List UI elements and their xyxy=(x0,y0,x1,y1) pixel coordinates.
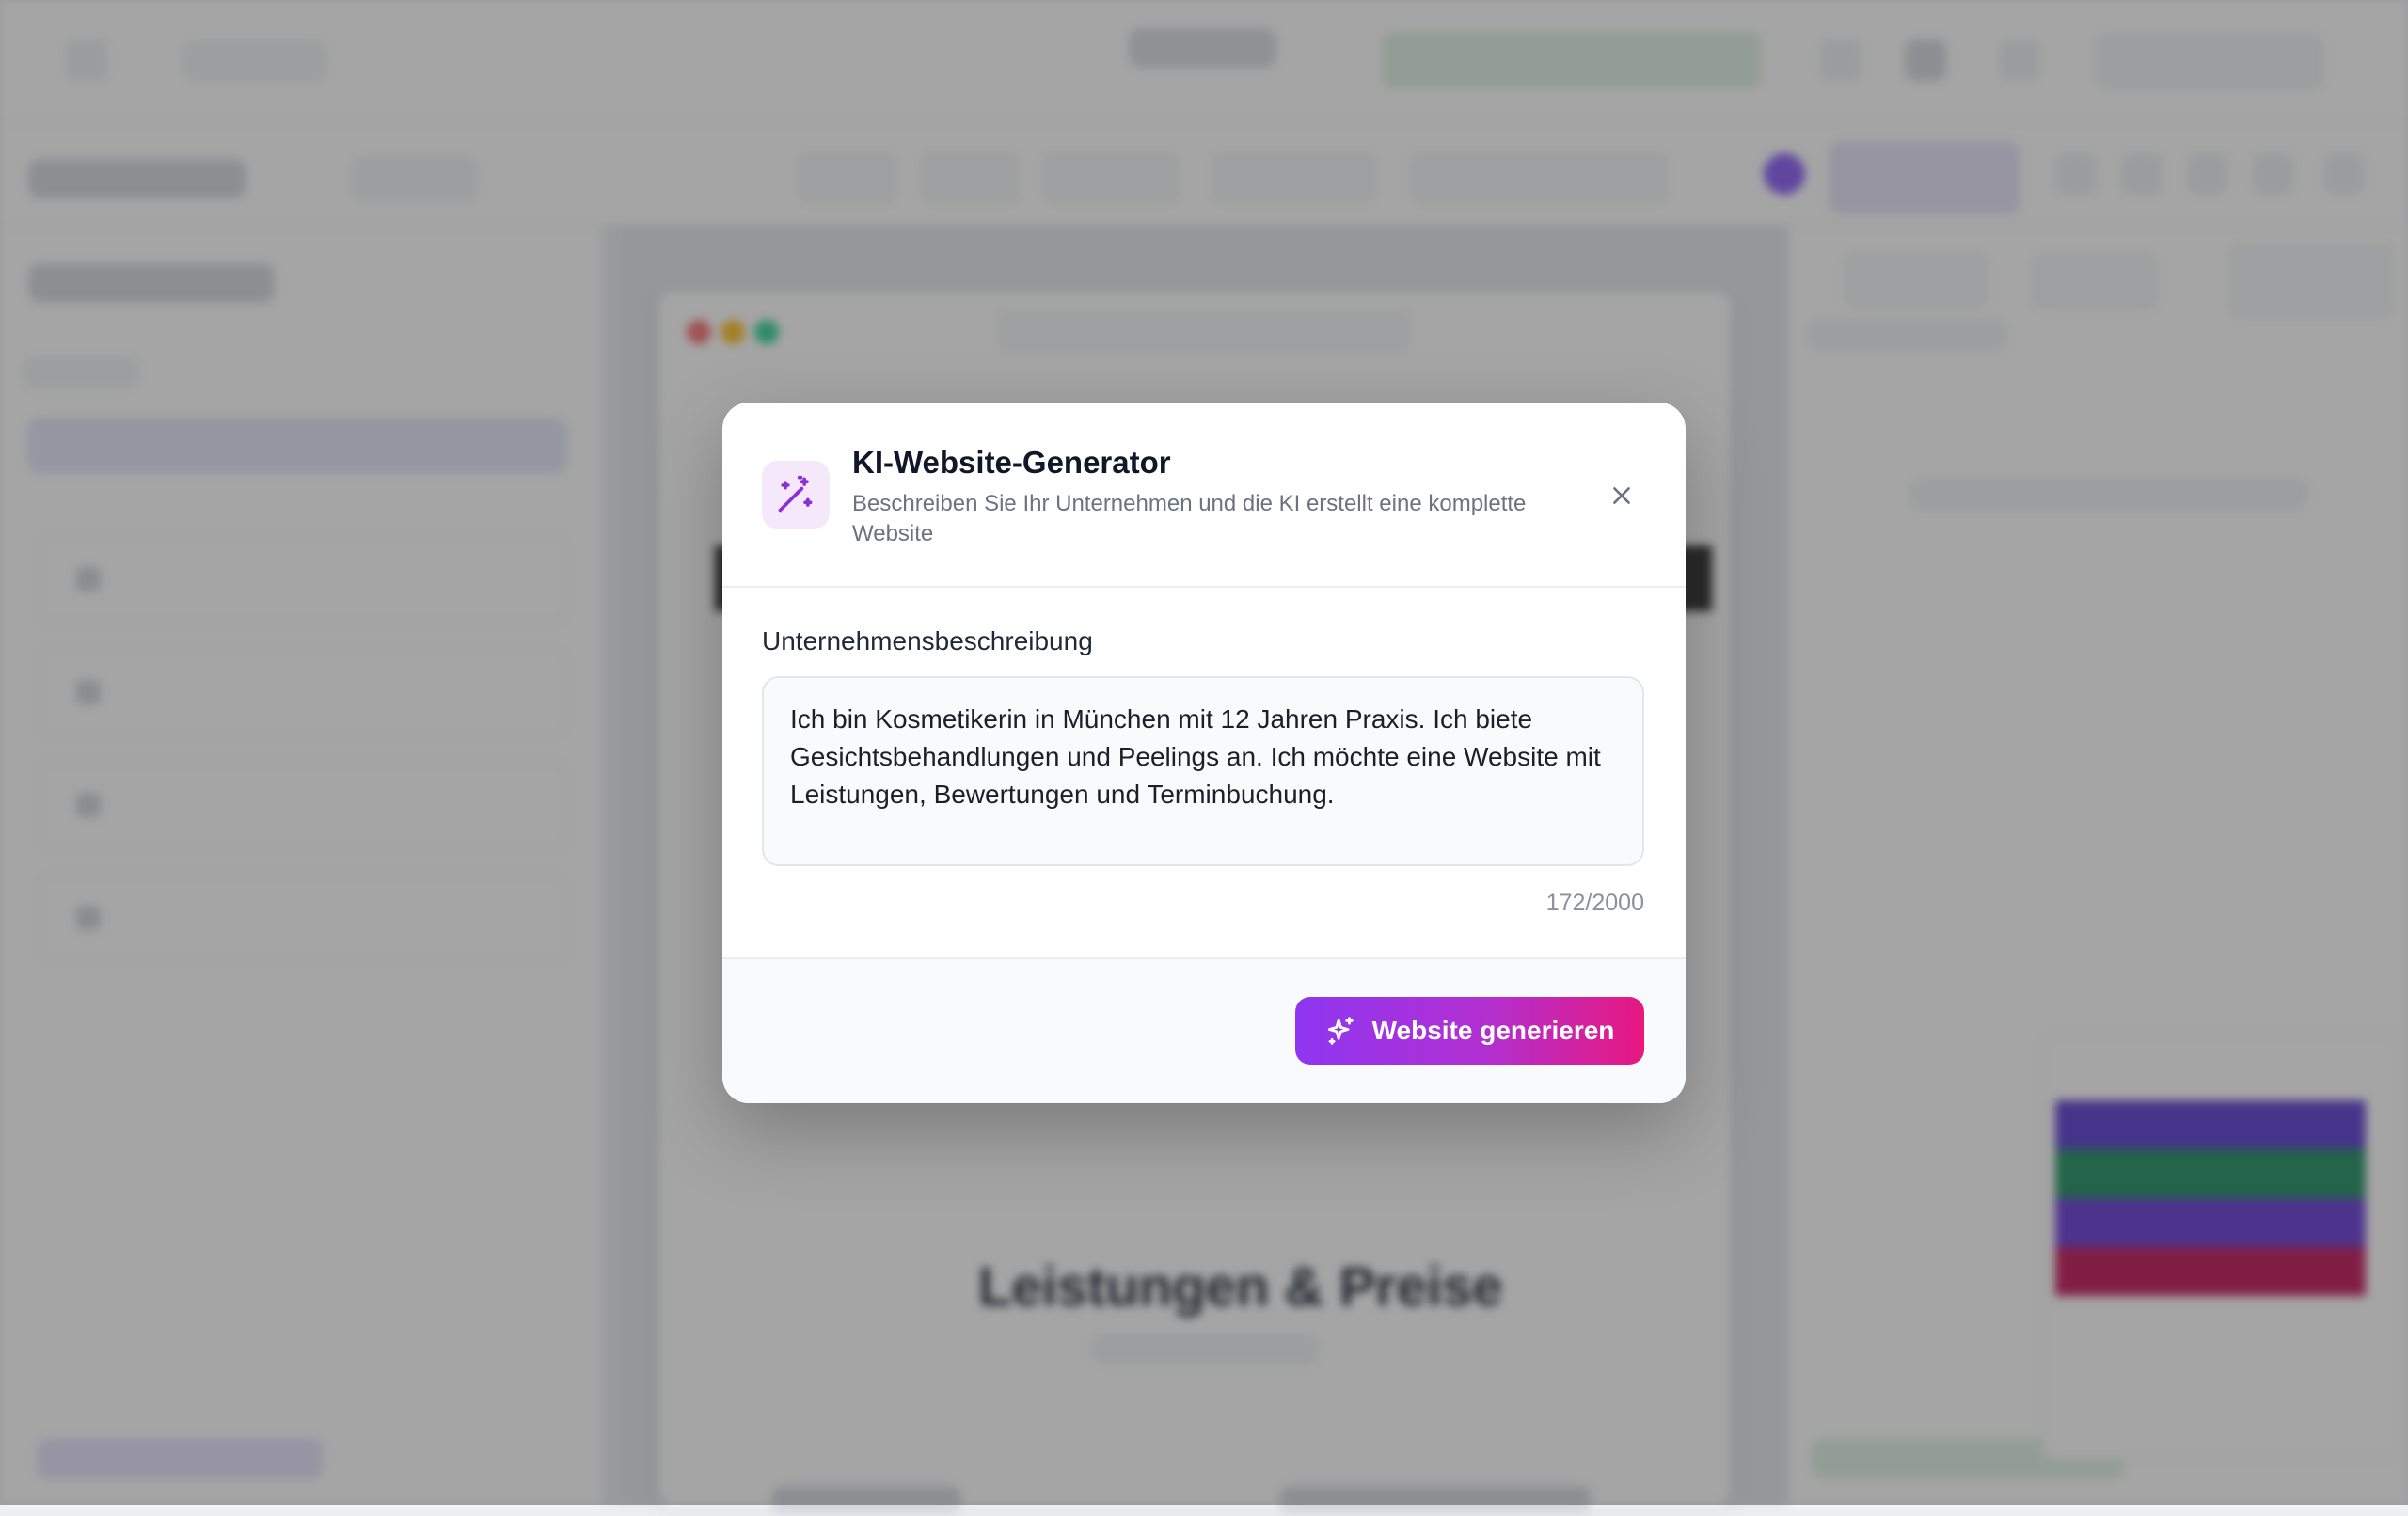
generate-button-label: Website generieren xyxy=(1371,1016,1615,1045)
generate-website-button[interactable]: Website generieren xyxy=(1295,997,1644,1065)
sparkles-icon xyxy=(1327,1017,1354,1045)
magic-wand-icon xyxy=(762,461,830,529)
company-description-input[interactable] xyxy=(762,676,1644,866)
ai-website-generator-dialog: KI-Website-Generator Beschreiben Sie Ihr… xyxy=(722,403,1686,1103)
dialog-header: KI-Website-Generator Beschreiben Sie Ihr… xyxy=(722,403,1686,588)
dialog-footer: Website generieren xyxy=(722,957,1686,1103)
description-label: Unternehmensbeschreibung xyxy=(762,626,1093,655)
close-icon xyxy=(1613,487,1630,504)
dialog-title: KI-Website-Generator xyxy=(852,445,1171,480)
dialog-subtitle: Beschreiben Sie Ihr Unternehmen und die … xyxy=(852,491,1527,546)
character-counter: 172/2000 xyxy=(1545,890,1644,916)
close-button[interactable] xyxy=(1599,473,1644,518)
